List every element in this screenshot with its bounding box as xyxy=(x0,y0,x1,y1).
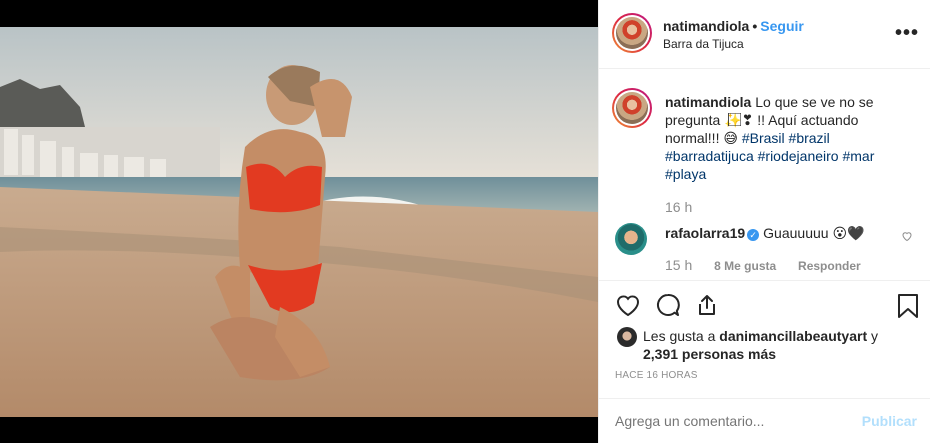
follow-button[interactable]: Seguir xyxy=(760,18,804,34)
reply-button[interactable]: Responder xyxy=(798,259,861,273)
small-heart-icon[interactable] xyxy=(901,230,913,242)
hashtag-link[interactable]: #brazil xyxy=(789,130,830,146)
add-comment-bar: Publicar xyxy=(599,398,930,443)
likes-text: Les gusta a danimancillabeautyart y 2,39… xyxy=(643,327,913,363)
caption-author-avatar[interactable] xyxy=(612,88,652,128)
likes-prefix: Les gusta a xyxy=(643,328,716,344)
liker-avatar[interactable] xyxy=(617,327,637,347)
verified-badge-icon: ✓ xyxy=(747,229,760,241)
beach-photo xyxy=(0,27,598,417)
bookmark-icon[interactable] xyxy=(897,293,919,319)
comment-timestamp[interactable]: 15 h xyxy=(665,257,692,273)
author-username-line: natimandiola • Seguir xyxy=(663,18,804,34)
post-photo[interactable] xyxy=(0,0,598,443)
hashtag-link[interactable]: #mar xyxy=(842,148,874,164)
liker-username[interactable]: danimancillabeautyart xyxy=(719,328,867,344)
hashtag-link[interactable]: #Brasil xyxy=(742,130,785,146)
action-bar xyxy=(599,280,930,330)
hashtag-link[interactable]: #barradatijuca xyxy=(665,148,754,164)
more-options-icon[interactable]: ••• xyxy=(895,22,919,45)
post-header: natimandiola • Seguir Barra da Tijuca ••• xyxy=(599,0,930,69)
share-icon[interactable] xyxy=(695,293,719,317)
author-username[interactable]: natimandiola xyxy=(663,18,749,34)
likes-suffix: y xyxy=(871,328,878,344)
comment-icon[interactable] xyxy=(655,293,681,317)
comment-body: rafaolarra19 ✓ Guauuuuu 😮🖤 xyxy=(665,225,864,242)
instagram-post: natimandiola • Seguir Barra da Tijuca ••• … xyxy=(0,0,930,443)
author-avatar[interactable] xyxy=(612,13,652,53)
post-caption: natimandiola Lo que se ve no se pregunta… xyxy=(665,93,915,183)
post-location[interactable]: Barra da Tijuca xyxy=(663,37,744,51)
publish-button[interactable]: Publicar xyxy=(862,413,917,429)
comment-likes[interactable]: 8 Me gusta xyxy=(714,259,776,273)
hashtag-link[interactable]: #playa xyxy=(665,166,706,182)
likes-count[interactable]: 2,391 personas más xyxy=(643,346,776,362)
commenter-username[interactable]: rafaolarra19 xyxy=(665,225,745,241)
comment-input[interactable] xyxy=(615,413,845,429)
caption-timestamp[interactable]: 16 h xyxy=(665,199,692,215)
separator-dot: • xyxy=(752,18,758,34)
hashtag-link[interactable]: #riodejaneiro xyxy=(758,148,839,164)
comment-meta: 15 h 8 Me gusta Responder xyxy=(665,257,861,273)
post-sidebar: natimandiola • Seguir Barra da Tijuca ••• … xyxy=(598,0,930,443)
commenter-avatar[interactable] xyxy=(615,223,647,255)
comments-section: natimandiola Lo que se ve no se pregunta… xyxy=(599,70,930,280)
caption-username[interactable]: natimandiola xyxy=(665,94,751,110)
heart-icon[interactable] xyxy=(615,293,641,317)
post-age[interactable]: HACE 16 HORAS xyxy=(615,370,698,381)
comment-text: Guauuuuu 😮🖤 xyxy=(763,225,865,241)
